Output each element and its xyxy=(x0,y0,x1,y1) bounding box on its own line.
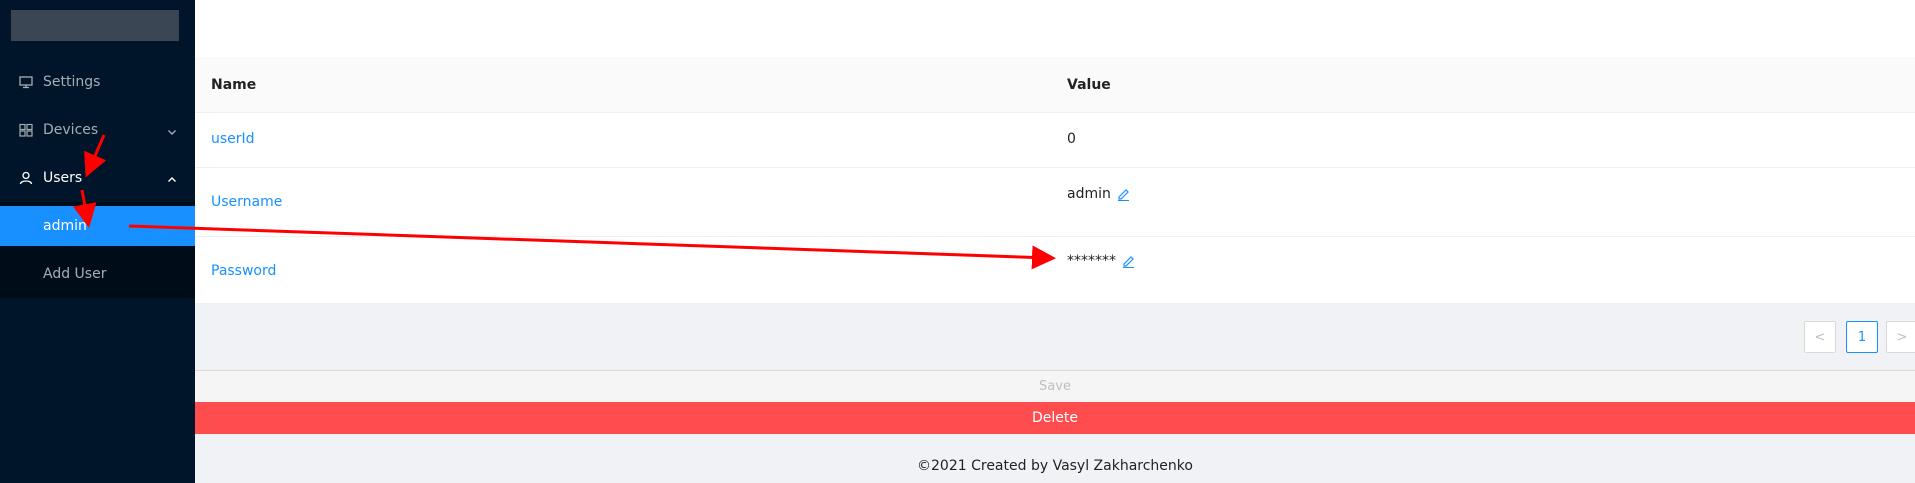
sidebar-item-label: admin xyxy=(43,218,87,234)
delete-button[interactable]: Delete xyxy=(195,402,1915,434)
column-header-name: Name xyxy=(211,76,257,93)
chevron-up-icon xyxy=(167,173,177,183)
sidebar-item-add-user[interactable]: Add User xyxy=(0,254,195,294)
desktop-icon xyxy=(19,75,33,89)
row-name[interactable]: Password xyxy=(211,263,276,279)
sidebar: Settings Devices Users admin Add User xyxy=(0,0,195,483)
edit-icon[interactable] xyxy=(1117,188,1130,201)
users-submenu: admin Add User xyxy=(0,202,195,298)
table-row: userId 0 xyxy=(195,113,1915,168)
sidebar-item-label: Add User xyxy=(43,266,107,282)
row-value-text: admin xyxy=(1067,186,1111,202)
header xyxy=(195,0,1915,57)
save-button[interactable]: Save xyxy=(195,370,1915,402)
pagination-next[interactable]: > xyxy=(1886,321,1915,353)
devices-icon xyxy=(19,123,33,137)
row-value-text: 0 xyxy=(1067,131,1076,147)
row-value-text: ******* xyxy=(1067,253,1116,269)
table-header: Name Value xyxy=(195,57,1915,113)
sidebar-item-admin[interactable]: admin xyxy=(0,206,195,246)
table-row: Password ******* xyxy=(195,237,1915,304)
row-name[interactable]: userId xyxy=(211,131,255,147)
sidebar-item-label: Settings xyxy=(43,74,101,90)
column-header-value: Value xyxy=(1067,76,1111,93)
footer: ©2021 Created by Vasyl Zakharchenko xyxy=(917,458,1193,474)
row-name[interactable]: Username xyxy=(211,194,282,210)
sidebar-item-settings[interactable]: Settings xyxy=(0,58,195,106)
table-row: Username admin xyxy=(195,168,1915,237)
pagination-page-1[interactable]: 1 xyxy=(1846,321,1878,353)
row-value: 0 xyxy=(1067,131,1076,147)
edit-icon[interactable] xyxy=(1122,255,1135,268)
user-icon xyxy=(19,171,33,185)
sidebar-item-devices[interactable]: Devices xyxy=(0,106,195,154)
sidebar-item-users[interactable]: Users xyxy=(0,154,195,202)
sidebar-item-label: Devices xyxy=(43,122,99,138)
logo xyxy=(11,10,179,41)
main-content: Name Value userId 0 Username admin Passw… xyxy=(195,0,1915,483)
pagination-prev[interactable]: < xyxy=(1804,321,1836,353)
row-value: admin xyxy=(1067,186,1130,202)
sidebar-item-label: Users xyxy=(43,170,83,186)
row-value: ******* xyxy=(1067,253,1135,269)
chevron-down-icon xyxy=(167,125,177,135)
